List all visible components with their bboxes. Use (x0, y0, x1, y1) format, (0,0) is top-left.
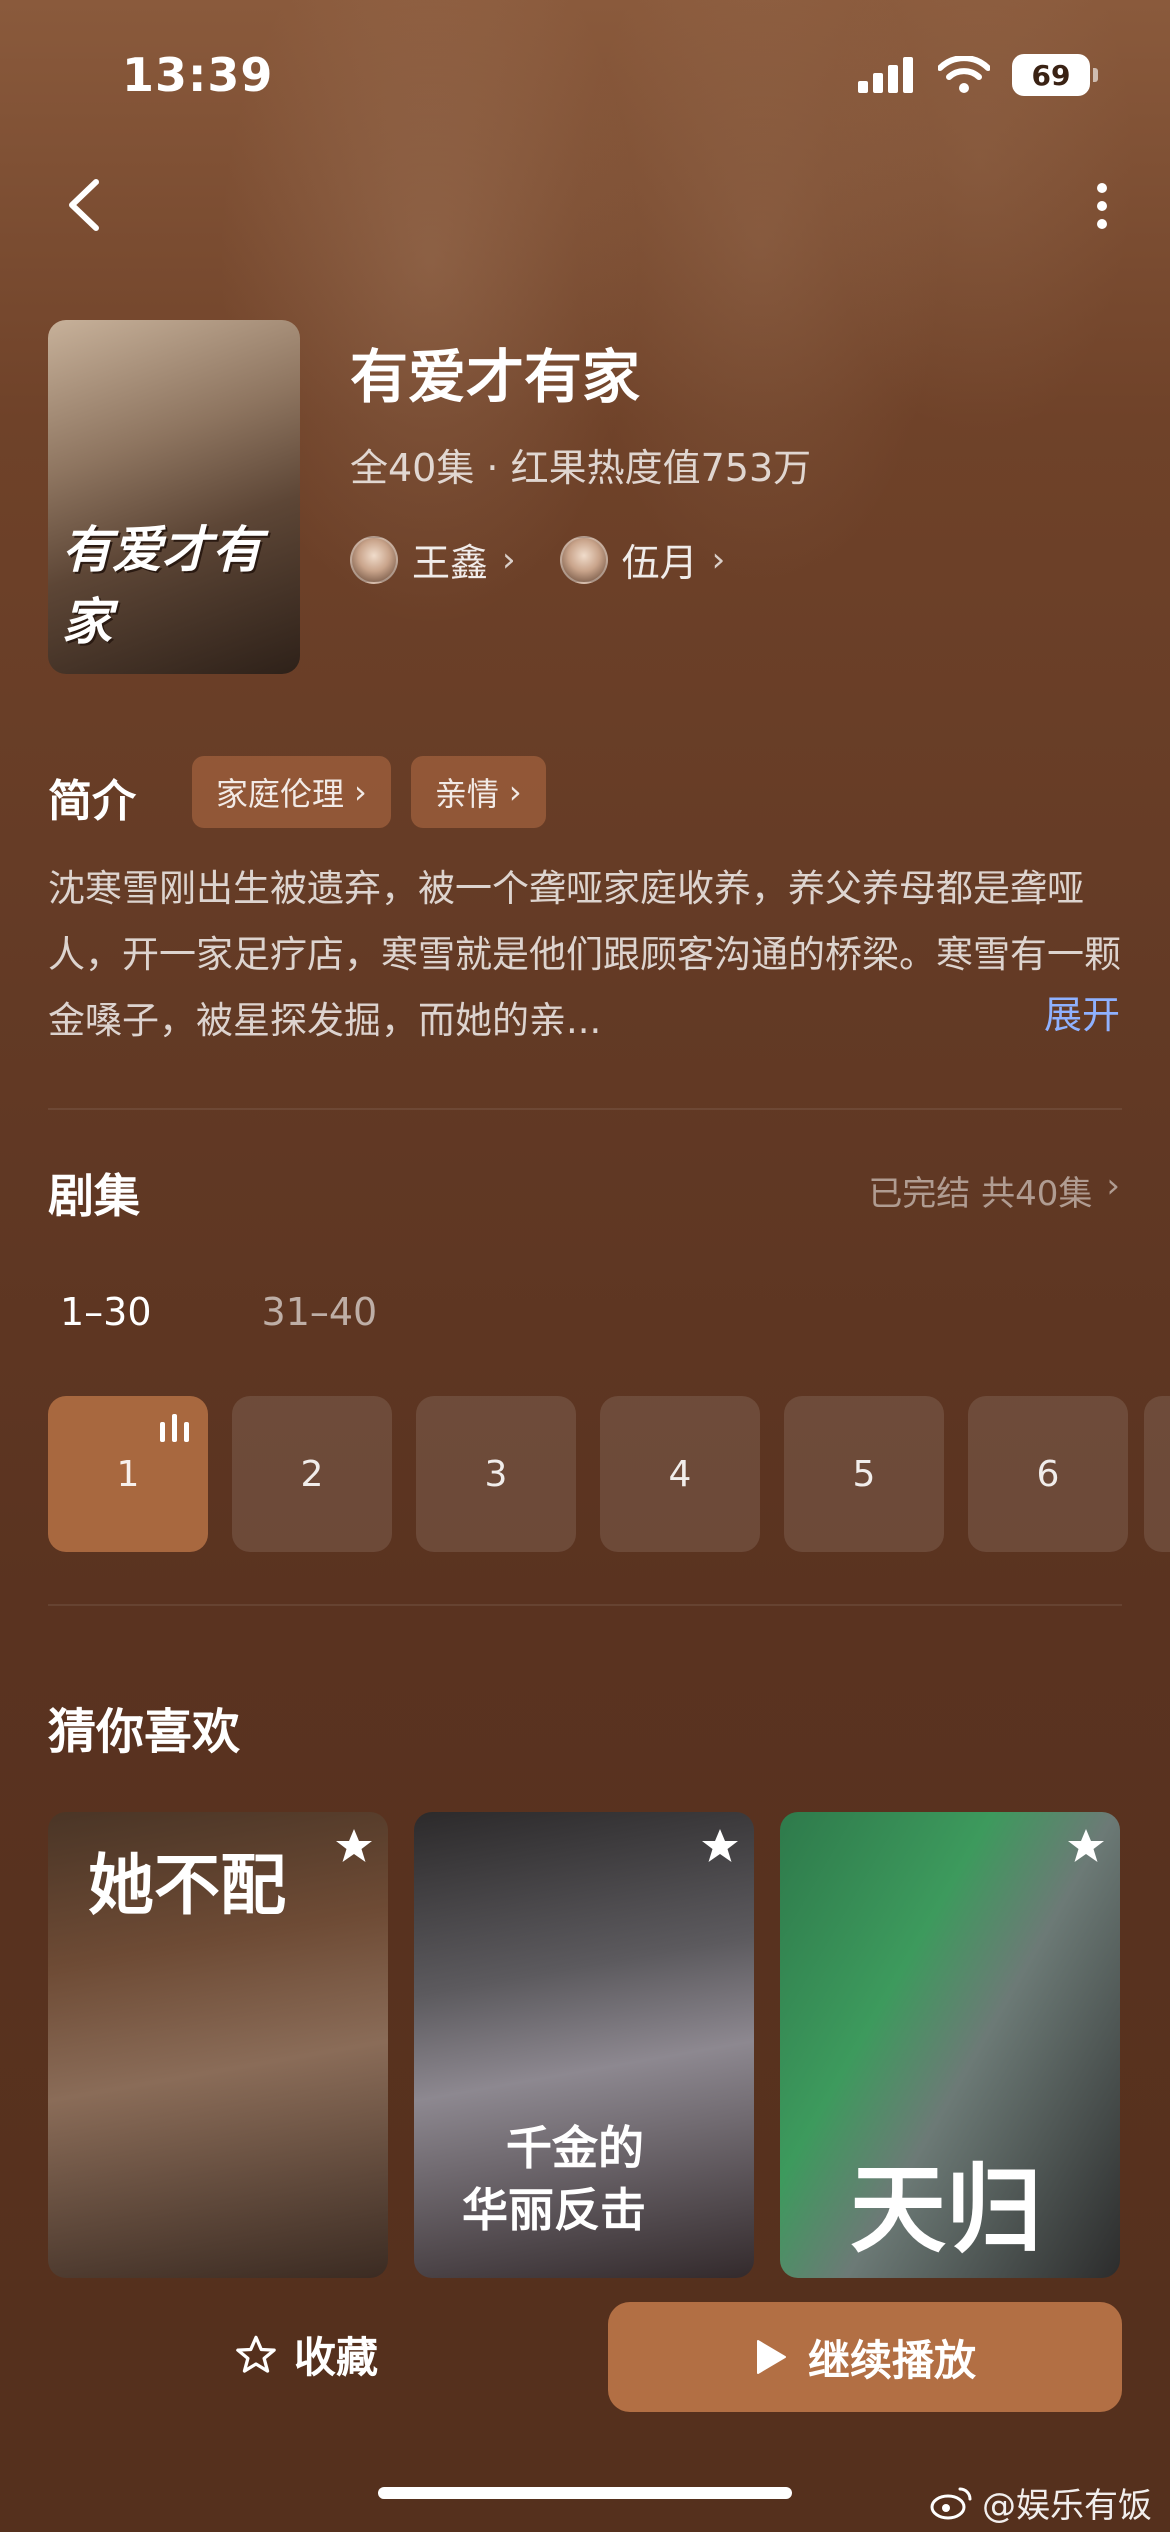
battery-level: 69 (1031, 58, 1071, 92)
battery-indicator: 69 (1012, 54, 1098, 96)
chevron-right-icon: › (1106, 1166, 1120, 1206)
star-badge-icon (336, 1829, 372, 1862)
drama-title: 有爱才有家 (350, 343, 641, 411)
episodes-heading: 剧集 (48, 1169, 140, 1223)
status-icons: 69 (858, 54, 1098, 96)
intro-description: 沈寒雪刚出生被遗弃，被一个聋哑家庭收养，养父养母都是聋哑人，开一家足疗店，寒雪就… (48, 867, 1121, 1042)
actor-name: 王鑫 (412, 541, 489, 585)
drama-detail-page: 13:39 69 有爱才有家 有爱才有家 全40集 · 红果热度值753万 王鑫… (0, 0, 1170, 2532)
recommend-card[interactable]: 她不配 (48, 1812, 388, 2278)
status-time: 13:39 (122, 48, 274, 102)
chevron-left-icon[interactable] (56, 170, 116, 240)
star-badge-icon (1068, 1829, 1104, 1862)
poster-title-line1: 千金的 (506, 2121, 644, 2175)
avatar (350, 535, 398, 584)
star-badge-icon (702, 1829, 738, 1862)
episode-button[interactable]: 3 (416, 1396, 576, 1552)
more-vertical-icon[interactable] (1082, 178, 1122, 238)
actor-list: 王鑫 › 伍月 › (350, 532, 725, 587)
chevron-right-icon: › (508, 773, 522, 811)
genre-tags: 家庭伦理 › 亲情 › (192, 756, 546, 828)
section-divider (48, 1108, 1122, 1110)
weibo-logo-icon (930, 2487, 972, 2519)
expand-link[interactable]: 展开 (1044, 984, 1120, 1039)
episode-button-partial[interactable] (1144, 1396, 1170, 1552)
recommend-card[interactable]: 千金的 华丽反击 (414, 1812, 754, 2278)
drama-cover[interactable]: 有爱才有家 (48, 320, 300, 674)
episode-range-tabs: 1–30 31–40 (60, 1290, 377, 1334)
episode-button[interactable]: 1 (48, 1396, 208, 1552)
poster-title: 她不配 (88, 1846, 286, 1924)
watermark-text: @娱乐有饭 (982, 2486, 1152, 2526)
chevron-right-icon: › (354, 773, 367, 811)
genre-tag[interactable]: 家庭伦理 › (192, 756, 391, 828)
continue-play-button[interactable]: 继续播放 (608, 2302, 1122, 2412)
drama-meta: 全40集 · 红果热度值753万 (350, 446, 812, 490)
episode-number: 1 (116, 1453, 140, 1495)
genre-tag[interactable]: 亲情 › (410, 756, 546, 828)
favorite-label: 收藏 (294, 2333, 379, 2382)
actor-name: 伍月 (621, 541, 698, 585)
episode-button[interactable]: 4 (600, 1396, 760, 1552)
intro-heading: 简介 (48, 776, 136, 827)
actor-item[interactable]: 王鑫 › (350, 532, 516, 587)
cover-title: 有爱才有家 (62, 520, 262, 651)
actor-item[interactable]: 伍月 › (559, 532, 726, 587)
episode-button[interactable]: 6 (968, 1396, 1128, 1552)
episode-number: 2 (300, 1453, 324, 1495)
chevron-right-icon: › (711, 539, 726, 580)
episode-number: 6 (1036, 1453, 1060, 1495)
episode-button[interactable]: 5 (784, 1396, 944, 1552)
recommend-card[interactable]: 天归 (780, 1812, 1120, 2278)
chevron-right-icon: › (502, 539, 516, 580)
episode-number: 5 (852, 1453, 876, 1495)
episode-number: 4 (668, 1453, 692, 1495)
home-indicator[interactable] (378, 2487, 792, 2499)
play-icon (756, 2340, 786, 2374)
episode-number: 3 (484, 1453, 508, 1495)
avatar (559, 535, 608, 584)
recommend-list: 她不配 千金的 华丽反击 天归 (48, 1812, 1120, 2278)
poster-title-line2: 华丽反击 (462, 2183, 646, 2237)
poster-title: 天归 (850, 2153, 1042, 2266)
range-tab[interactable]: 31–40 (262, 1290, 378, 1334)
star-outline-icon (236, 2335, 276, 2373)
episodes-status: 已完结 共40集 (868, 1174, 1093, 1214)
watermark: @娱乐有饭 (930, 2478, 1152, 2527)
equalizer-icon (160, 1414, 189, 1442)
genre-tag-label: 家庭伦理 (216, 775, 345, 813)
episodes-status-link[interactable]: 已完结 共40集 › (868, 1166, 1120, 1215)
recommend-heading: 猜你喜欢 (48, 1704, 241, 1760)
range-tab[interactable]: 1–30 (60, 1290, 152, 1334)
favorite-button[interactable]: 收藏 (234, 2324, 378, 2385)
episode-list: 1 2 3 4 5 6 (48, 1396, 1128, 1552)
cellular-signal-icon (858, 57, 913, 93)
wifi-icon (938, 56, 990, 93)
episode-button[interactable]: 2 (232, 1396, 392, 1552)
genre-tag-label: 亲情 (434, 775, 499, 813)
continue-play-label: 继续播放 (807, 2335, 976, 2385)
section-divider (48, 1604, 1122, 1606)
